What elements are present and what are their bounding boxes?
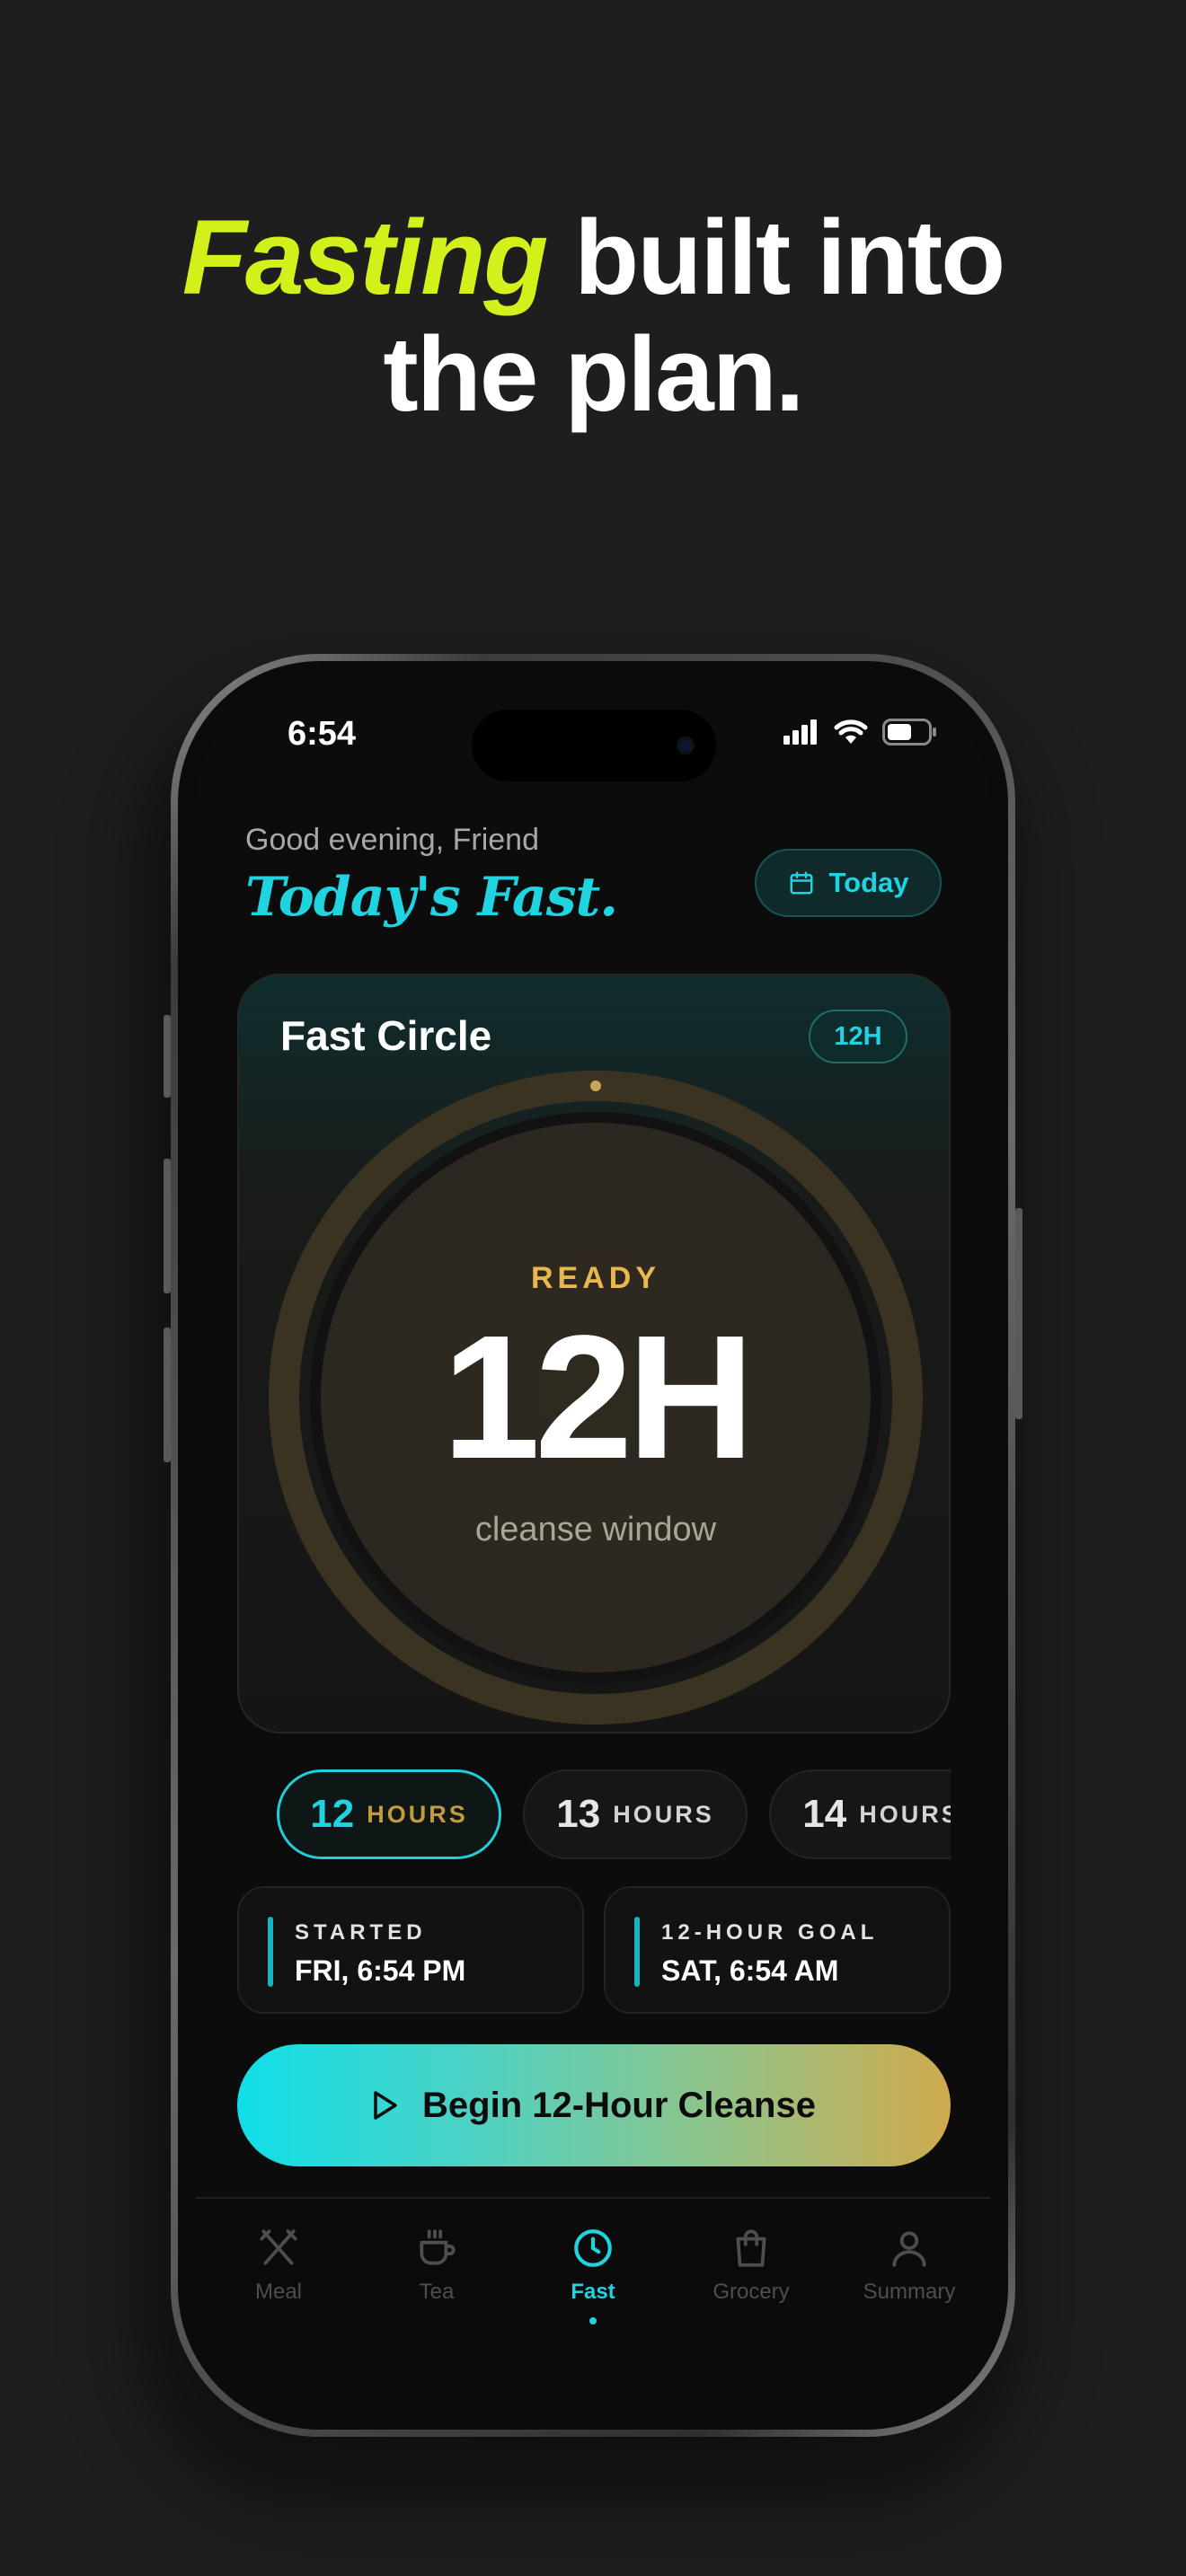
chip-unit: HOURS [859, 1800, 951, 1828]
tab-grocery[interactable]: Grocery [672, 2226, 830, 2305]
chip-unit: HOURS [367, 1800, 468, 1828]
tab-meal[interactable]: Meal [199, 2226, 358, 2305]
utensils-icon [260, 2229, 297, 2265]
chip-unit: HOURS [613, 1800, 714, 1828]
active-tab-indicator [589, 2317, 597, 2325]
begin-cleanse-label: Begin 12-Hour Cleanse [422, 2085, 816, 2125]
duration-selector: 12 HOURS 13 HOURS 14 HOURS [277, 1762, 951, 1861]
play-icon [374, 2091, 397, 2120]
tab-summary[interactable]: Summary [830, 2226, 988, 2305]
goal-label: 12-HOUR GOAL [661, 1920, 879, 1945]
app-screen: 6:54 Good evening, Friend Today's Fast. [196, 679, 990, 2412]
goal-value: SAT, 6:54 AM [661, 1954, 839, 1987]
headline-accent-word: Fasting [181, 198, 549, 317]
bottom-tab-bar: Meal Tea Fast Grocery Summary [196, 2197, 990, 2412]
card-title: Fast Circle [280, 1012, 492, 1059]
tab-fast[interactable]: Fast [514, 2226, 672, 2325]
fast-hours-value: 12H [442, 1299, 755, 1495]
dynamic-island [472, 710, 716, 781]
tab-label: Meal [254, 2280, 303, 2304]
duration-chip-12[interactable]: 12 HOURS [277, 1769, 501, 1859]
chip-number: 12 [310, 1792, 355, 1836]
tab-label: Summary [863, 2280, 956, 2304]
duration-chip-13[interactable]: 13 HOURS [523, 1769, 748, 1859]
chip-number: 13 [556, 1792, 601, 1836]
fast-status-label: READY [530, 1261, 661, 1295]
greeting-text: Good evening, Friend [245, 823, 539, 857]
duration-chip-14[interactable]: 14 HOURS [769, 1769, 951, 1859]
tab-tea[interactable]: Tea [358, 2226, 516, 2305]
battery-icon [882, 719, 936, 745]
started-accent-bar [268, 1917, 273, 1987]
phone-action-button [164, 1015, 171, 1098]
shopping-bag-icon [736, 2229, 766, 2267]
headline-line-2: the plan. [383, 315, 804, 434]
cellular-signal-icon [783, 719, 817, 745]
today-button-label: Today [828, 867, 909, 898]
duration-badge: 12H [809, 1010, 907, 1063]
page-title: Today's Fast. [245, 866, 618, 929]
today-button[interactable]: Today [755, 849, 942, 917]
ring-start-marker [590, 1081, 601, 1091]
front-camera-icon [677, 737, 695, 754]
chip-number: 14 [802, 1792, 847, 1836]
fast-window-caption: cleanse window [474, 1511, 717, 1548]
marketing-headline: Fasting built into the plan. [0, 199, 1186, 433]
started-card: STARTED FRI, 6:54 PM [237, 1886, 584, 2014]
headline-line-1: Fasting built into [0, 199, 1186, 316]
person-icon [892, 2231, 926, 2267]
wifi-icon [834, 719, 868, 744]
tab-label: Tea [419, 2280, 455, 2304]
phone-volume-up-button [164, 1159, 171, 1293]
begin-cleanse-button[interactable]: Begin 12-Hour Cleanse [237, 2044, 951, 2166]
headline-line-1-rest: built into [546, 198, 1005, 317]
tab-label: Fast [571, 2280, 615, 2304]
fast-circle-card: Fast Circle 12H READY 12H cleanse window [237, 974, 951, 1734]
calendar-icon [790, 871, 812, 895]
started-value: FRI, 6:54 PM [295, 1954, 466, 1987]
goal-accent-bar [634, 1917, 640, 1987]
started-label: STARTED [295, 1920, 427, 1945]
goal-card: 12-HOUR GOAL SAT, 6:54 AM [604, 1886, 951, 2014]
status-time: 6:54 [288, 715, 357, 753]
tea-cup-icon [420, 2229, 456, 2265]
tab-label: Grocery [712, 2280, 790, 2304]
phone-power-button [1015, 1208, 1022, 1419]
clock-icon [574, 2229, 612, 2267]
status-icons [783, 719, 938, 745]
phone-volume-down-button [164, 1328, 171, 1462]
